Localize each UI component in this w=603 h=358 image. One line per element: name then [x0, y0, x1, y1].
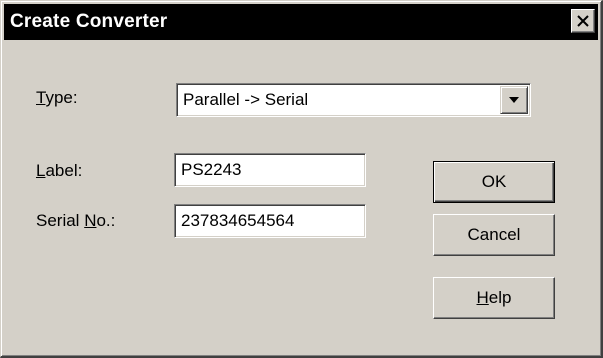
- label-label-rest: abel:: [45, 161, 83, 180]
- create-converter-dialog: Create Converter Type: Parallel -> Seria…: [0, 0, 603, 358]
- type-label: Type:: [36, 88, 78, 108]
- close-icon: [577, 15, 589, 27]
- ok-button-label: OK: [481, 172, 507, 191]
- serial-label-accel: N: [84, 211, 97, 230]
- dialog-title: Create Converter: [10, 11, 168, 32]
- cancel-button[interactable]: Cancel: [433, 214, 555, 256]
- help-accel: H: [476, 288, 489, 307]
- help-button[interactable]: Help: [433, 277, 555, 319]
- type-select[interactable]: Parallel -> Serial: [176, 83, 531, 117]
- cancel-button-label: Cancel: [467, 225, 521, 244]
- close-button[interactable]: [571, 9, 595, 33]
- serial-label-rest: o.:: [96, 211, 116, 230]
- help-rest: elp: [488, 288, 512, 307]
- title-bar: Create Converter: [4, 4, 598, 40]
- label-input-value: PS2243: [181, 160, 242, 179]
- serial-label-pre: Serial: [36, 211, 85, 230]
- chevron-down-icon: [509, 97, 519, 103]
- help-button-label: Help: [477, 288, 512, 308]
- serial-no-label: Serial No.:: [36, 211, 115, 231]
- type-dropdown-button[interactable]: [500, 86, 528, 114]
- label-input[interactable]: PS2243: [174, 153, 366, 187]
- label-field-label: Label:: [36, 161, 82, 181]
- type-selected-value: Parallel -> Serial: [183, 90, 309, 109]
- ok-button[interactable]: OK: [433, 161, 555, 203]
- serial-input-value: 237834654564: [181, 211, 295, 230]
- serial-no-input[interactable]: 237834654564: [174, 204, 366, 238]
- type-label-rest: ype:: [45, 88, 78, 107]
